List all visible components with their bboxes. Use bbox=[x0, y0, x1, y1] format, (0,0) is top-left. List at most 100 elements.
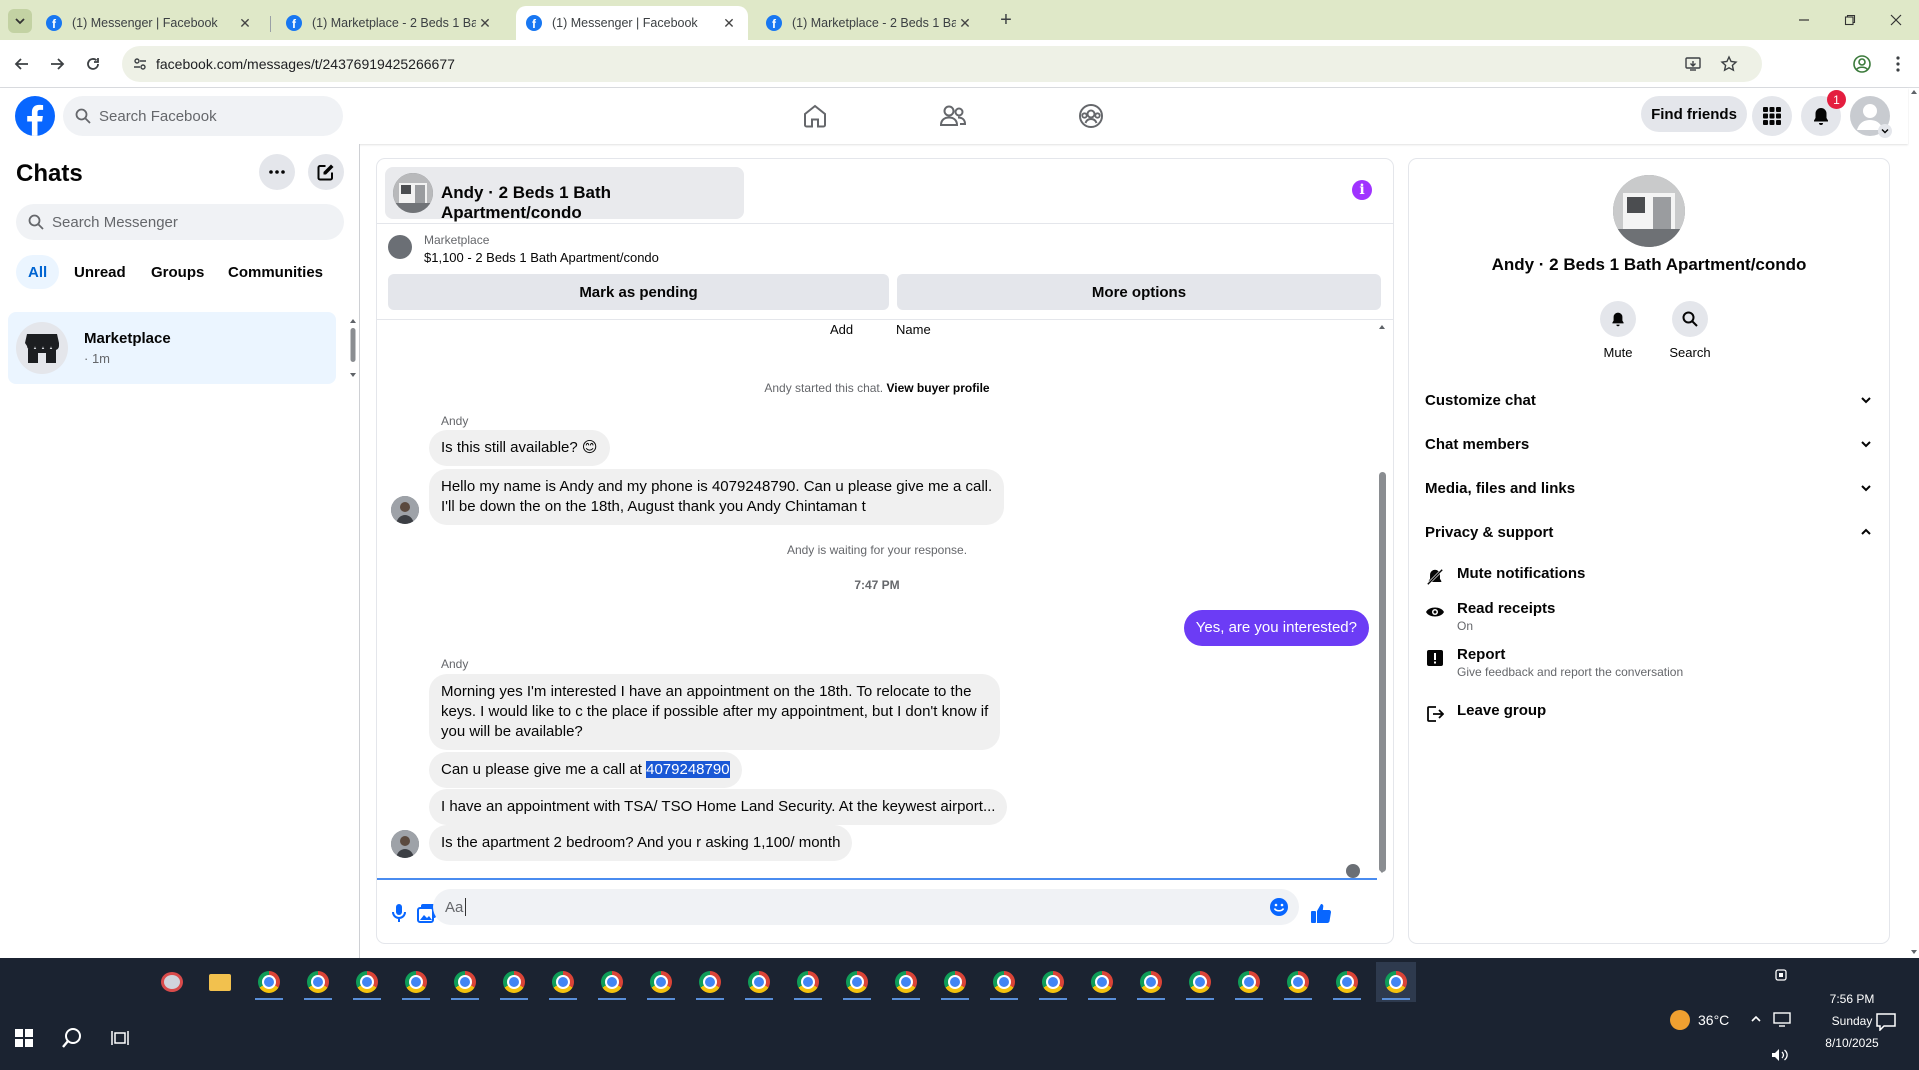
taskbar-chrome-window[interactable] bbox=[984, 962, 1024, 1002]
chats-options-button[interactable] bbox=[259, 154, 295, 190]
taskbar-chrome-window[interactable] bbox=[1082, 962, 1122, 1002]
home-nav-button[interactable] bbox=[759, 88, 871, 144]
browser-tab-active[interactable]: f (1) Messenger | Facebook ✕ bbox=[516, 6, 748, 40]
listing-avatar[interactable] bbox=[1613, 175, 1685, 247]
section-media-files-links[interactable]: Media, files and links bbox=[1425, 470, 1873, 506]
facebook-logo-icon[interactable] bbox=[15, 96, 55, 136]
taskbar-chrome-window[interactable] bbox=[690, 962, 730, 1002]
site-info-icon[interactable] bbox=[132, 56, 148, 72]
notification-center-button[interactable] bbox=[1876, 1013, 1896, 1031]
browser-tab[interactable]: f (1) Messenger | Facebook ✕ bbox=[36, 6, 264, 40]
taskbar-chrome-window[interactable] bbox=[1033, 962, 1073, 1002]
taskbar-chrome-window[interactable] bbox=[494, 962, 534, 1002]
menu-grid-button[interactable] bbox=[1752, 96, 1792, 136]
bookmark-star-icon[interactable] bbox=[1720, 55, 1738, 73]
message-bubble[interactable]: Can u please give me a call at 407924879… bbox=[429, 752, 742, 788]
taskbar-chrome-window[interactable] bbox=[837, 962, 877, 1002]
taskbar-chrome-window[interactable] bbox=[543, 962, 583, 1002]
chats-scrollbar[interactable] bbox=[349, 316, 357, 380]
address-bar[interactable]: facebook.com/messages/t/2437691942526667… bbox=[122, 46, 1762, 82]
voice-clip-button[interactable] bbox=[387, 901, 411, 925]
taskbar-chrome-window[interactable] bbox=[935, 962, 975, 1002]
taskbar-chrome-window[interactable] bbox=[249, 962, 289, 1002]
view-buyer-profile-link[interactable]: View buyer profile bbox=[886, 381, 989, 395]
leave-group-option[interactable]: Leave group bbox=[1425, 702, 1873, 724]
message-bubble[interactable]: I have an appointment with TSA/ TSO Home… bbox=[429, 789, 1008, 825]
show-hidden-icons-button[interactable] bbox=[1750, 1013, 1762, 1025]
forward-button[interactable] bbox=[45, 52, 69, 76]
section-customize-chat[interactable]: Customize chat bbox=[1425, 382, 1873, 418]
account-avatar[interactable] bbox=[1850, 96, 1892, 138]
browser-menu-button[interactable] bbox=[1886, 52, 1910, 76]
filter-groups[interactable]: Groups bbox=[139, 255, 216, 289]
taskbar-chrome-window[interactable] bbox=[641, 962, 681, 1002]
network-icon[interactable] bbox=[1773, 1011, 1791, 1027]
volume-icon[interactable] bbox=[1771, 1048, 1789, 1062]
taskbar-file-explorer[interactable] bbox=[200, 962, 240, 1002]
conversation-header[interactable]: Andy · 2 Beds 1 Bath Apartment/condo bbox=[385, 167, 744, 222]
andy-avatar[interactable] bbox=[391, 496, 419, 524]
filter-all[interactable]: All bbox=[16, 255, 60, 289]
highlighted-phone-number[interactable]: 4079248790 bbox=[646, 761, 730, 778]
task-view-button[interactable] bbox=[100, 1018, 140, 1058]
message-bubble[interactable]: Morning yes I'm interested I have an app… bbox=[429, 674, 1001, 750]
taskbar-chrome-window[interactable] bbox=[1327, 962, 1367, 1002]
section-chat-members[interactable]: Chat members bbox=[1425, 426, 1873, 462]
facebook-search-input[interactable]: Search Facebook bbox=[63, 96, 343, 136]
taskbar-chrome-window[interactable] bbox=[1278, 962, 1318, 1002]
taskbar-chrome-window[interactable] bbox=[1180, 962, 1220, 1002]
friends-nav-button[interactable] bbox=[897, 88, 1009, 144]
mute-notifications-option[interactable]: Mute notifications bbox=[1425, 565, 1873, 587]
close-tab-icon[interactable]: ✕ bbox=[720, 15, 738, 32]
more-options-button[interactable]: More options bbox=[897, 274, 1381, 310]
conversation-scroll-thumb[interactable] bbox=[1379, 472, 1386, 872]
taskbar-chrome-window[interactable] bbox=[1229, 962, 1269, 1002]
filter-communities[interactable]: Communities bbox=[216, 255, 335, 289]
message-bubble[interactable]: Is this still available? 😊 bbox=[429, 430, 610, 466]
close-tab-icon[interactable]: ✕ bbox=[476, 15, 494, 32]
filter-unread[interactable]: Unread bbox=[62, 255, 138, 289]
taskbar-chrome-window[interactable] bbox=[1376, 962, 1416, 1002]
search-action[interactable]: Search bbox=[1660, 301, 1720, 360]
andy-avatar[interactable] bbox=[391, 830, 419, 858]
message-composer-input[interactable]: Aa bbox=[433, 889, 1299, 925]
taskbar-chrome-window[interactable] bbox=[886, 962, 926, 1002]
close-tab-icon[interactable]: ✕ bbox=[236, 15, 254, 32]
tablet-mode-icon[interactable] bbox=[1774, 968, 1788, 982]
page-scrollbar[interactable] bbox=[1909, 88, 1919, 958]
browser-tab[interactable]: f (1) Marketplace - 2 Beds 1 Bath ✕ bbox=[756, 6, 984, 40]
message-bubble[interactable]: Hello my name is Andy and my phone is 40… bbox=[429, 469, 1005, 525]
find-friends-button[interactable]: Find friends bbox=[1641, 96, 1747, 132]
chat-list-item-marketplace[interactable]: Marketplace · 1m bbox=[8, 312, 336, 384]
emoji-icon[interactable] bbox=[1269, 897, 1289, 917]
back-button[interactable] bbox=[10, 52, 34, 76]
mark-as-pending-button[interactable]: Mark as pending bbox=[388, 274, 889, 310]
section-privacy-support[interactable]: Privacy & support bbox=[1425, 514, 1873, 550]
groups-nav-button[interactable] bbox=[1035, 88, 1147, 144]
taskbar-chrome-window[interactable] bbox=[592, 962, 632, 1002]
close-tab-icon[interactable]: ✕ bbox=[956, 15, 974, 32]
listing-price-title[interactable]: $1,100 - 2 Beds 1 Bath Apartment/condo bbox=[424, 250, 659, 265]
taskbar-chrome-window[interactable] bbox=[347, 962, 387, 1002]
profile-button[interactable] bbox=[1850, 52, 1874, 76]
close-window-button[interactable] bbox=[1873, 6, 1919, 34]
message-bubble[interactable]: Is the apartment 2 bedroom? And you r as… bbox=[429, 825, 853, 861]
conversation-info-icon[interactable]: i bbox=[1352, 180, 1372, 200]
read-receipts-option[interactable]: Read receipts On bbox=[1425, 600, 1873, 633]
taskbar-chrome-window[interactable] bbox=[788, 962, 828, 1002]
restore-button[interactable] bbox=[1827, 6, 1873, 34]
taskbar-chrome-window[interactable] bbox=[445, 962, 485, 1002]
reload-button[interactable] bbox=[81, 52, 105, 76]
my-message-bubble[interactable]: Yes, are you interested? bbox=[1183, 610, 1369, 646]
taskbar-chrome-window[interactable] bbox=[1131, 962, 1171, 1002]
new-tab-button[interactable]: + bbox=[993, 8, 1019, 34]
report-option[interactable]: Report Give feedback and report the conv… bbox=[1425, 646, 1873, 679]
messenger-search-input[interactable]: Search Messenger bbox=[16, 204, 344, 240]
start-button[interactable] bbox=[4, 1018, 44, 1058]
taskbar-pinned-app[interactable] bbox=[152, 962, 192, 1002]
browser-tab[interactable]: f (1) Marketplace - 2 Beds 1 Bath ✕ bbox=[276, 6, 504, 40]
taskbar-chrome-window[interactable] bbox=[739, 962, 779, 1002]
taskbar-chrome-window[interactable] bbox=[298, 962, 338, 1002]
send-like-button[interactable] bbox=[1309, 901, 1333, 925]
taskbar-chrome-window[interactable] bbox=[396, 962, 436, 1002]
